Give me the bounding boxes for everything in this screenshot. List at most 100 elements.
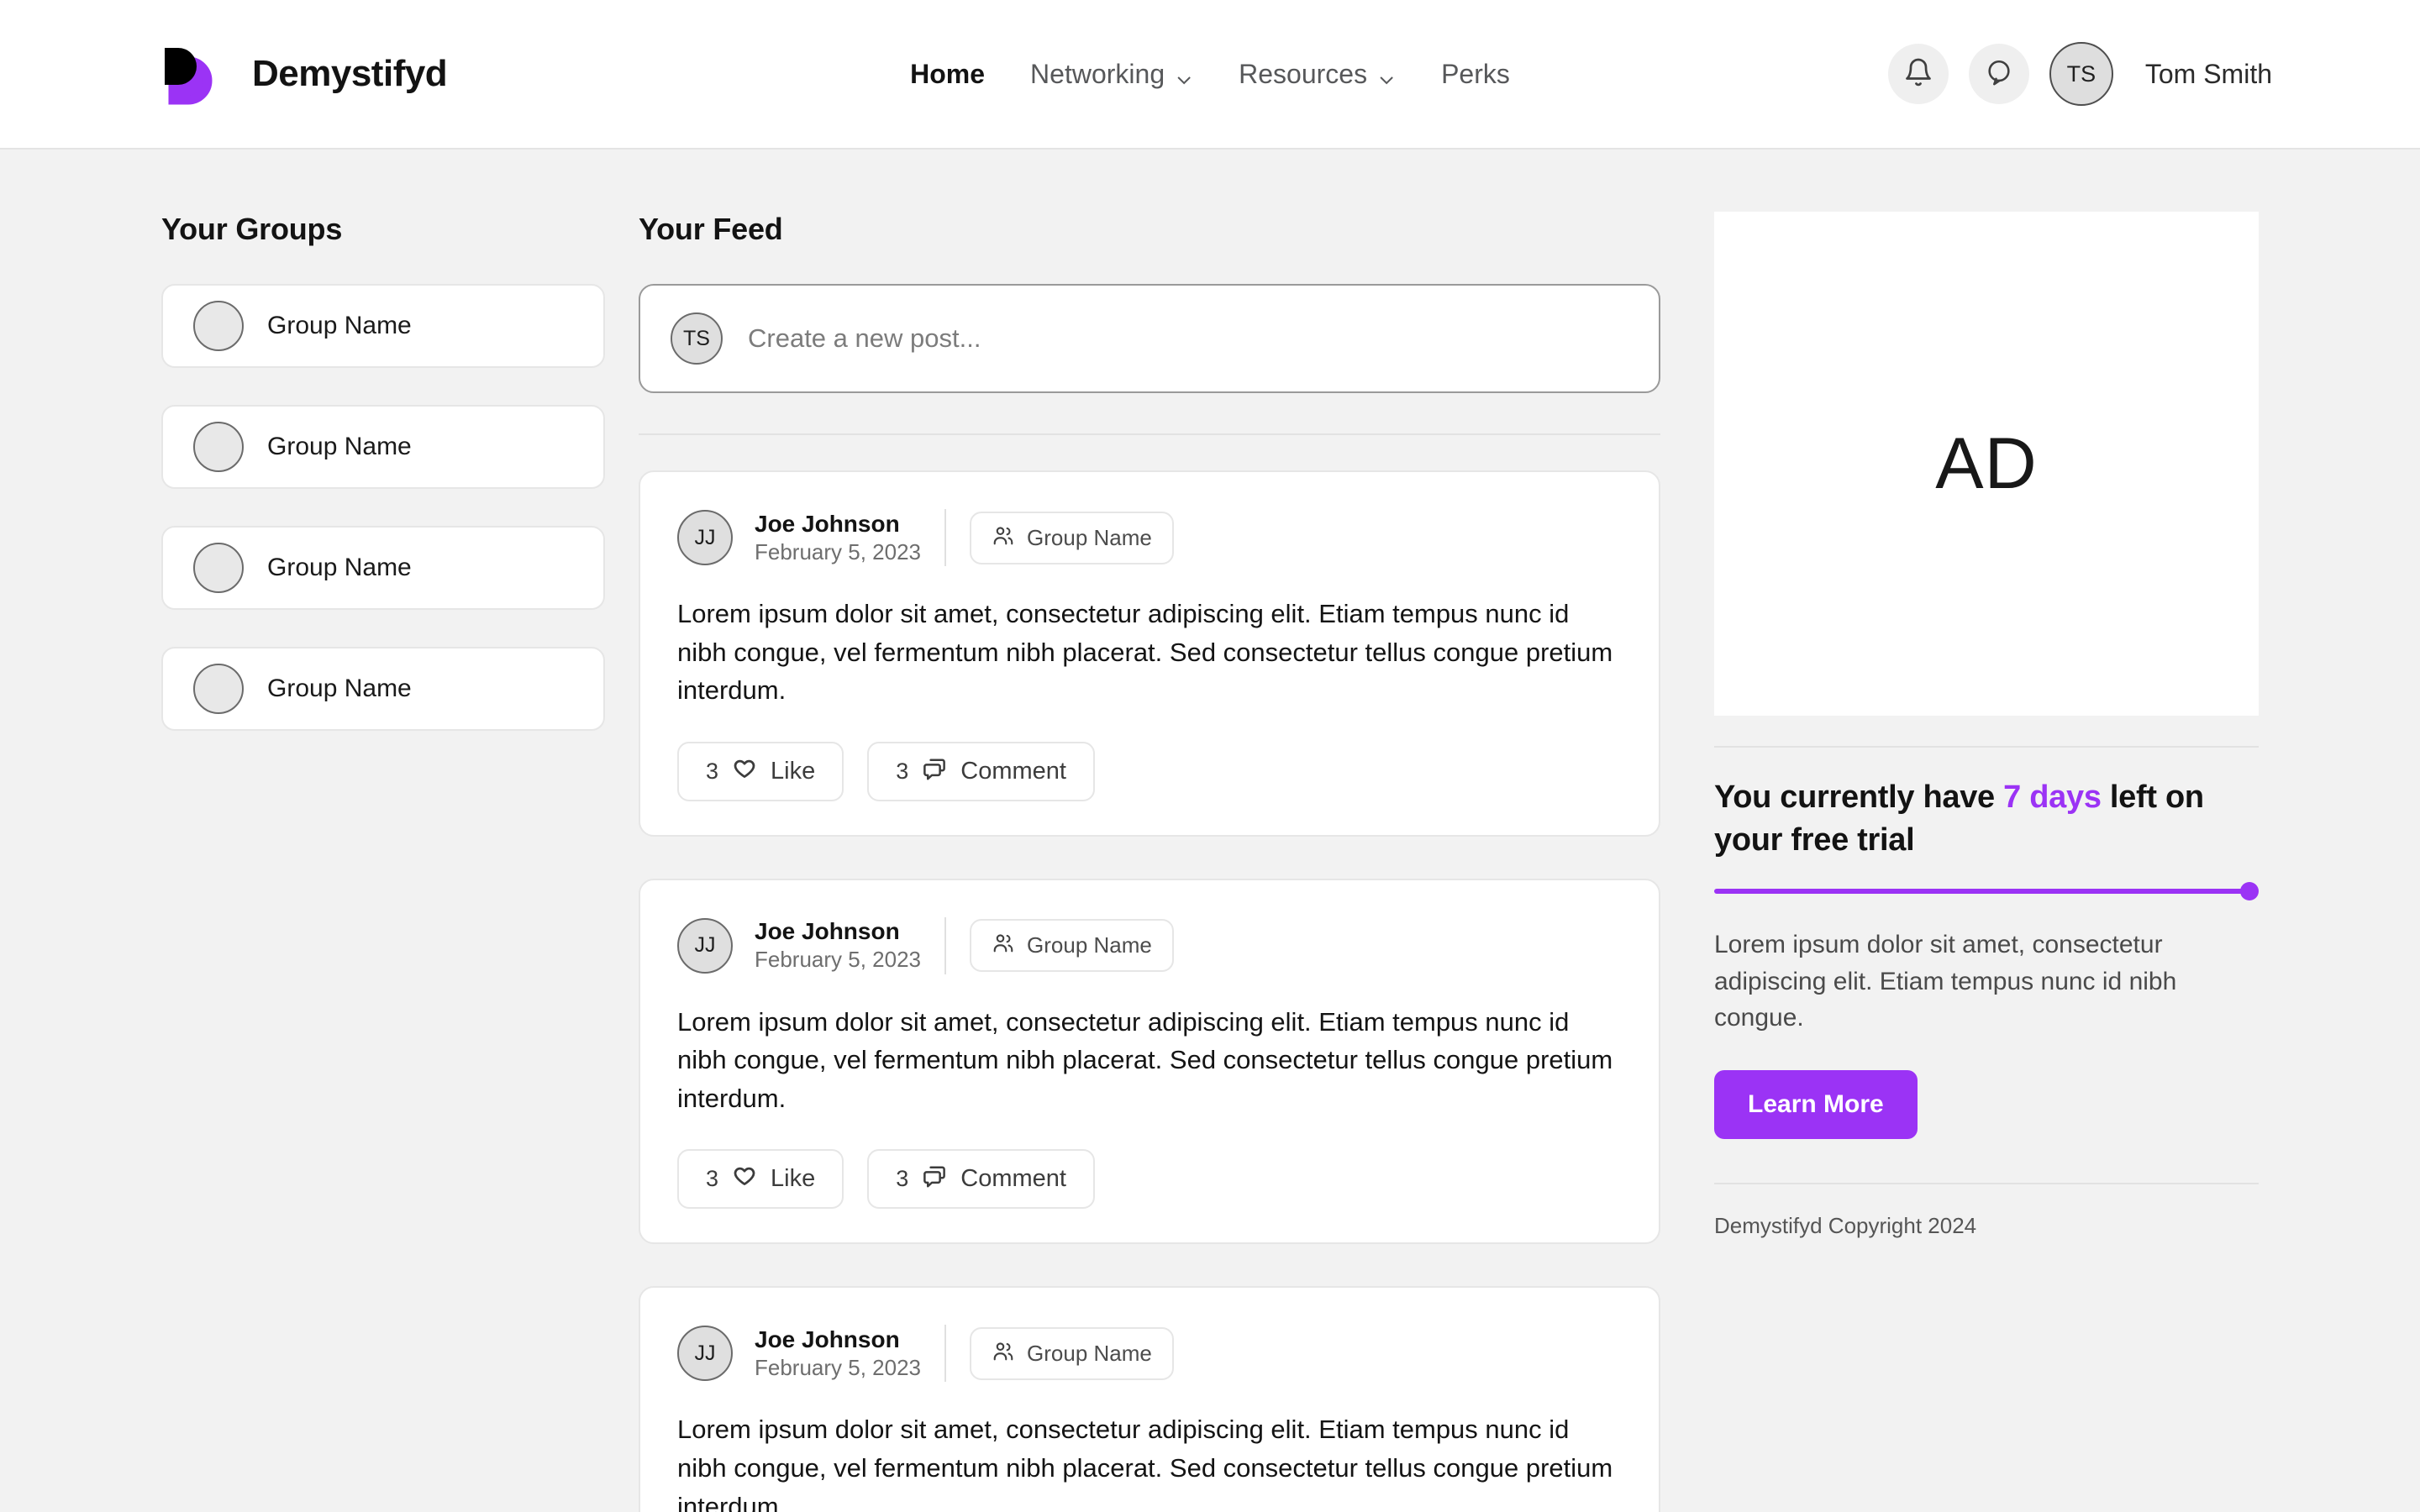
like-label: Like bbox=[771, 1165, 816, 1193]
trial-heading-prefix: You currently have bbox=[1714, 780, 2004, 815]
user-avatar-initials: TS bbox=[2066, 60, 2096, 87]
create-post-input[interactable]: TS Create a new post... bbox=[639, 284, 1660, 393]
double-d-logo-icon bbox=[156, 38, 229, 110]
copyright-text: Demystifyd Copyright 2024 bbox=[1714, 1212, 1977, 1238]
trial-days-remaining: 7 days bbox=[2003, 780, 2102, 815]
group-card[interactable]: Group Name bbox=[161, 647, 605, 731]
post-author-meta: Joe Johnson February 5, 2023 bbox=[755, 918, 921, 973]
post-body: Lorem ipsum dolor sit amet, consectetur … bbox=[677, 599, 1613, 706]
group-card[interactable]: Group Name bbox=[161, 405, 605, 489]
brand-logo[interactable]: Demystifyd bbox=[156, 38, 448, 110]
like-count: 3 bbox=[706, 1166, 719, 1192]
group-name-label: Group Name bbox=[267, 433, 412, 460]
post-meta-separator bbox=[944, 1325, 947, 1383]
post-group-name: Group Name bbox=[1027, 524, 1152, 550]
trial-progress-track bbox=[1714, 889, 2247, 895]
nav-item-perks[interactable]: Perks bbox=[1441, 59, 1510, 90]
footer-divider bbox=[1714, 1182, 2259, 1184]
comment-button[interactable]: 3 Comment bbox=[867, 741, 1095, 801]
user-name-label: Tom Smith bbox=[2144, 58, 2272, 89]
nav-label-home: Home bbox=[910, 58, 986, 89]
users-icon bbox=[992, 932, 1015, 959]
group-name-label: Group Name bbox=[267, 312, 412, 339]
post-actions: 3 Like 3 Comment bbox=[677, 741, 1622, 801]
post-author-name: Joe Johnson bbox=[755, 918, 900, 945]
like-button[interactable]: 3 Like bbox=[677, 741, 844, 801]
post-author-initials: JJ bbox=[694, 525, 716, 549]
composer-avatar: TS bbox=[671, 312, 723, 365]
post-card: JJ Joe Johnson February 5, 2023 Group Na… bbox=[639, 878, 1660, 1245]
rail-divider bbox=[1714, 746, 2259, 748]
trial-heading: You currently have 7 days left on your f… bbox=[1714, 776, 2259, 861]
post-group-badge[interactable]: Group Name bbox=[970, 919, 1174, 973]
chevron-down-icon bbox=[1377, 65, 1396, 85]
comment-count: 3 bbox=[896, 758, 909, 784]
post-group-badge[interactable]: Group Name bbox=[970, 511, 1174, 564]
group-avatar-icon bbox=[193, 543, 244, 593]
group-card[interactable]: Group Name bbox=[161, 284, 605, 368]
page-body: Your Groups Group Name Group Name Group … bbox=[0, 150, 2420, 1512]
nav-item-home[interactable]: Home bbox=[910, 59, 985, 90]
app-header: Demystifyd Home Networking Resources Per… bbox=[0, 0, 2420, 150]
trial-progress-bar bbox=[1714, 882, 2259, 901]
nav-label-resources: Resources bbox=[1239, 58, 1368, 89]
groups-sidebar: Your Groups Group Name Group Name Group … bbox=[0, 212, 639, 768]
post-author-initials: JJ bbox=[694, 1341, 716, 1365]
post-author-avatar[interactable]: JJ bbox=[677, 917, 733, 974]
comment-label: Comment bbox=[960, 1165, 1066, 1193]
bell-icon bbox=[1903, 57, 1933, 92]
like-button[interactable]: 3 Like bbox=[677, 1149, 844, 1210]
like-label: Like bbox=[771, 757, 816, 785]
nav-label-perks: Perks bbox=[1441, 58, 1510, 89]
messages-button[interactable] bbox=[1968, 44, 2029, 104]
brand-name: Demystifyd bbox=[252, 53, 448, 94]
comments-icon bbox=[922, 757, 947, 786]
group-avatar-icon bbox=[193, 422, 244, 472]
comment-button[interactable]: 3 Comment bbox=[867, 1149, 1095, 1210]
post-author-avatar[interactable]: JJ bbox=[677, 510, 733, 565]
notifications-button[interactable] bbox=[1887, 44, 1949, 104]
post-group-name: Group Name bbox=[1027, 932, 1152, 958]
heart-icon bbox=[732, 1164, 757, 1194]
comment-count: 3 bbox=[896, 1166, 909, 1192]
post-author-initials: JJ bbox=[694, 933, 716, 958]
post-header: JJ Joe Johnson February 5, 2023 Group Na… bbox=[677, 509, 1622, 566]
right-rail: AD You currently have 7 days left on you… bbox=[1714, 212, 2420, 1239]
main-navigation: Home Networking Resources Perks bbox=[910, 59, 1510, 90]
post-header: JJ Joe Johnson February 5, 2023 Group Na… bbox=[677, 916, 1622, 974]
nav-label-networking: Networking bbox=[1030, 58, 1165, 89]
post-group-name: Group Name bbox=[1027, 1340, 1152, 1366]
user-avatar[interactable]: TS bbox=[2049, 42, 2113, 106]
trial-description: Lorem ipsum dolor sit amet, consectetur … bbox=[1714, 931, 2177, 1032]
post-author-avatar[interactable]: JJ bbox=[677, 1326, 733, 1382]
group-avatar-icon bbox=[193, 664, 244, 714]
feed-divider bbox=[639, 433, 1660, 435]
feed-column: Your Feed TS Create a new post... JJ Joe… bbox=[639, 212, 1714, 1512]
group-name-label: Group Name bbox=[267, 675, 412, 702]
ad-placeholder[interactable]: AD bbox=[1714, 212, 2259, 716]
ad-label: AD bbox=[1935, 423, 2038, 504]
trial-progress-handle[interactable] bbox=[2240, 882, 2259, 901]
nav-item-resources[interactable]: Resources bbox=[1239, 59, 1396, 90]
post-card: JJ Joe Johnson February 5, 2023 Group Na… bbox=[639, 470, 1660, 837]
group-card[interactable]: Group Name bbox=[161, 526, 605, 610]
users-icon bbox=[992, 524, 1015, 552]
post-body: Lorem ipsum dolor sit amet, consectetur … bbox=[677, 1006, 1613, 1113]
post-meta-separator bbox=[944, 916, 947, 974]
nav-item-networking[interactable]: Networking bbox=[1030, 59, 1193, 90]
header-actions: TS Tom Smith bbox=[1887, 42, 2272, 106]
post-date: February 5, 2023 bbox=[755, 538, 922, 564]
learn-more-button[interactable]: Learn More bbox=[1714, 1069, 1918, 1139]
users-icon bbox=[992, 1340, 1015, 1368]
post-author-meta: Joe Johnson February 5, 2023 bbox=[755, 511, 921, 565]
post-group-badge[interactable]: Group Name bbox=[970, 1326, 1174, 1380]
post-header: JJ Joe Johnson February 5, 2023 Group Na… bbox=[677, 1325, 1622, 1383]
post-meta-separator bbox=[944, 509, 947, 566]
post-author-meta: Joe Johnson February 5, 2023 bbox=[755, 1326, 921, 1381]
heart-icon bbox=[732, 757, 757, 786]
post-card: JJ Joe Johnson February 5, 2023 Group Na… bbox=[639, 1286, 1660, 1512]
composer-avatar-initials: TS bbox=[683, 326, 710, 350]
groups-title: Your Groups bbox=[161, 212, 343, 246]
chevron-down-icon bbox=[1175, 65, 1193, 85]
post-author-name: Joe Johnson bbox=[755, 510, 900, 537]
